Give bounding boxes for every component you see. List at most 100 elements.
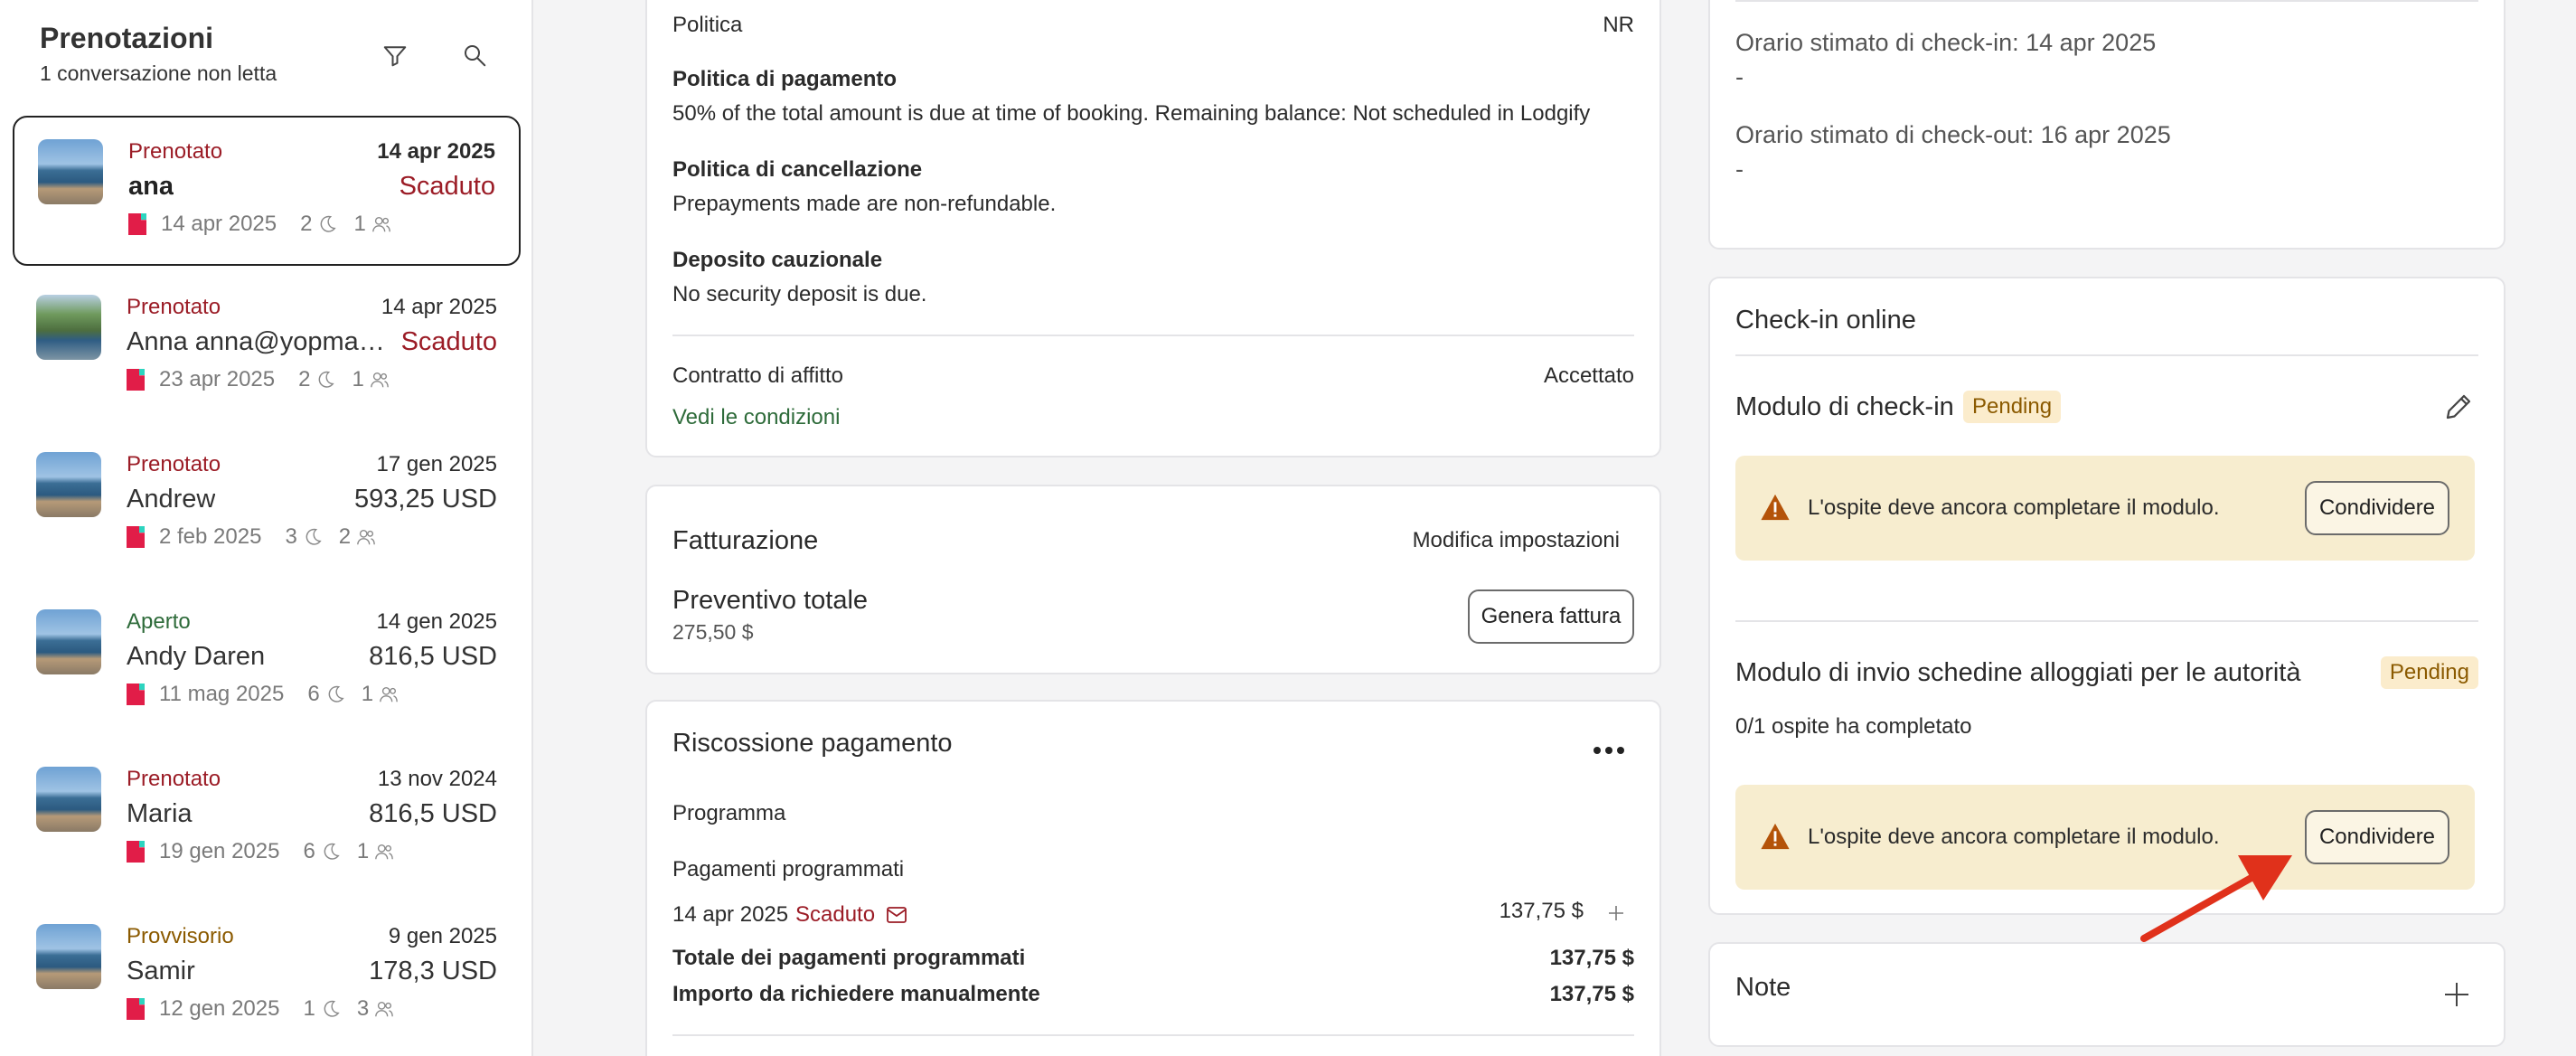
estimated-checkin: Orario stimato di check-in: 14 apr 2025 [1735,29,2157,56]
property-thumbnail [36,924,101,989]
manual-amount-label: Importo da richiedere manualmente [672,982,1040,1006]
email-icon[interactable] [884,902,909,928]
nights-count: 6 [303,839,315,863]
arrival-times-panel: Orario stimato di check-in: 14 apr 2025 … [1708,0,2505,250]
guests-count: 2 [338,524,352,549]
reservation-card[interactable]: Provvisorio 9 gen 2025 Samir 178,3 USD 1… [13,902,521,1052]
total-quote-value: 275,50 $ [672,620,754,644]
reservation-card[interactable]: Prenotato 13 nov 2024 Maria 816,5 USD 19… [13,745,521,895]
payment-policy-title: Politica di pagamento [672,67,898,91]
generate-invoice-button[interactable]: Genera fattura [1468,589,1634,644]
divider [1735,0,2478,2]
channel-flag-icon [127,684,145,705]
edit-settings-link[interactable]: Modifica impostazioni [1413,528,1620,553]
add-icon[interactable] [1603,900,1629,926]
moon-icon [328,685,344,702]
reservation-card[interactable]: Prenotato 14 apr 2025 Anna anna@yopmail.… [13,273,521,423]
estimated-checkout: Orario stimato di check-out: 16 apr 2025 [1735,121,2171,148]
reservation-card[interactable]: Prenotato 14 apr 2025 ana Scaduto 14 apr… [13,116,521,266]
guest-name: Andy Daren [127,642,266,671]
policies-panel: Politica NR Politica di pagamento 50% of… [645,0,1661,457]
terms-link[interactable]: Vedi le condizioni [672,405,840,430]
reservation-status: Prenotato [127,295,221,319]
add-note-icon[interactable] [2440,978,2473,1011]
reservation-date: 14 apr 2025 [381,295,497,319]
authority-form-status-badge: Pending [2380,656,2478,689]
guests-count: 1 [356,839,370,863]
reservation-meta: 14 apr 2025 2 1 [128,212,391,237]
divider [1735,354,2478,356]
nights-count: 2 [298,367,311,391]
guests-completed: 0/1 ospite ha completato [1735,714,1972,739]
cancellation-policy-title: Politica di cancellazione [672,157,923,182]
reservation-meta: 23 apr 2025 2 1 [127,367,390,392]
guest-name: Samir [127,957,195,985]
channel-flag-icon [127,841,145,863]
divider [672,335,1634,336]
property-thumbnail [36,295,101,360]
policy-label: Politica [672,13,743,37]
reservation-date: 13 nov 2024 [377,767,497,791]
reservation-card[interactable]: Prenotato 17 gen 2025 Andrew 593,25 USD … [13,430,521,580]
contract-status: Accettato [1543,363,1634,388]
filter-icon[interactable] [380,40,410,71]
more-options-icon[interactable] [1591,740,1627,761]
reservation-amount: Scaduto [399,172,495,201]
reservation-card[interactable]: Aperto 14 gen 2025 Andy Daren 816,5 USD … [13,588,521,738]
moon-icon [306,528,322,545]
reservation-date: 14 apr 2025 [377,139,495,164]
program-label: Programma [672,801,786,825]
estimated-checkout-value: - [1735,156,1744,183]
unread-count: 1 conversazione non letta [40,61,277,85]
property-thumbnail [36,609,101,674]
scheduled-payments-label: Pagamenti programmati [672,857,905,882]
reservation-date: 17 gen 2025 [376,452,497,476]
property-thumbnail [36,767,101,832]
payment-collection-title: Riscossione pagamento [672,729,953,758]
warning-message: L'ospite deve ancora completare il modul… [1808,495,2220,520]
guests-icon [371,216,390,232]
authority-warning-box: L'ospite deve ancora completare il modul… [1735,785,2475,890]
sidebar-title: Prenotazioni [40,22,214,54]
share-checkin-form-button[interactable]: Condividere [2305,481,2449,535]
guests-icon [380,686,398,702]
guests-count: 1 [361,682,374,706]
reservation-date: 14 gen 2025 [376,609,497,634]
checkin-date: 14 apr 2025 [161,212,277,236]
moon-icon [324,1000,340,1017]
checkin-form-label: Modulo di check-in [1735,392,1954,421]
share-authority-form-button[interactable]: Condividere [2305,810,2449,864]
guests-icon [357,529,376,545]
online-checkin-panel: Check-in online Modulo di check-in Pendi… [1708,277,2505,915]
reservation-amount: 816,5 USD [369,799,497,828]
guests-count: 1 [352,367,364,391]
reservation-amount: 816,5 USD [369,642,497,671]
checkin-date: 12 gen 2025 [159,996,280,1021]
reservation-status: Prenotato [128,139,223,164]
search-icon[interactable] [459,40,490,71]
reservation-status: Prenotato [127,767,221,791]
reservation-meta: 12 gen 2025 1 3 [127,996,394,1022]
guests-count: 1 [353,212,366,236]
billing-title: Fatturazione [672,526,819,555]
notes-title: Note [1735,973,1791,1002]
reservations-sidebar: Prenotazioni 1 conversazione non letta P… [0,0,533,1056]
guest-name: Anna anna@yopmail.com [127,327,389,356]
reservation-amount: 593,25 USD [354,485,497,514]
edit-pencil-icon[interactable] [2439,387,2478,427]
channel-flag-icon [128,213,146,235]
guests-icon [370,372,389,388]
scheduled-payment-amount: 137,75 $ [1499,899,1584,923]
divider [672,1034,1634,1036]
manual-amount-value: 137,75 $ [1549,982,1634,1006]
checkin-date: 11 mag 2025 [159,682,285,706]
moon-icon [321,215,337,232]
contract-label: Contratto di affitto [672,363,843,388]
policy-value: NR [1603,13,1634,37]
online-checkin-title: Check-in online [1735,306,1916,335]
warning-message: L'ospite deve ancora completare il modul… [1808,825,2220,849]
total-quote-label: Preventivo totale [672,586,869,615]
reservation-meta: 11 mag 2025 6 1 [127,682,399,707]
warning-icon [1759,492,1791,523]
cancellation-policy-text: Prepayments made are non-refundable. [672,192,1057,216]
